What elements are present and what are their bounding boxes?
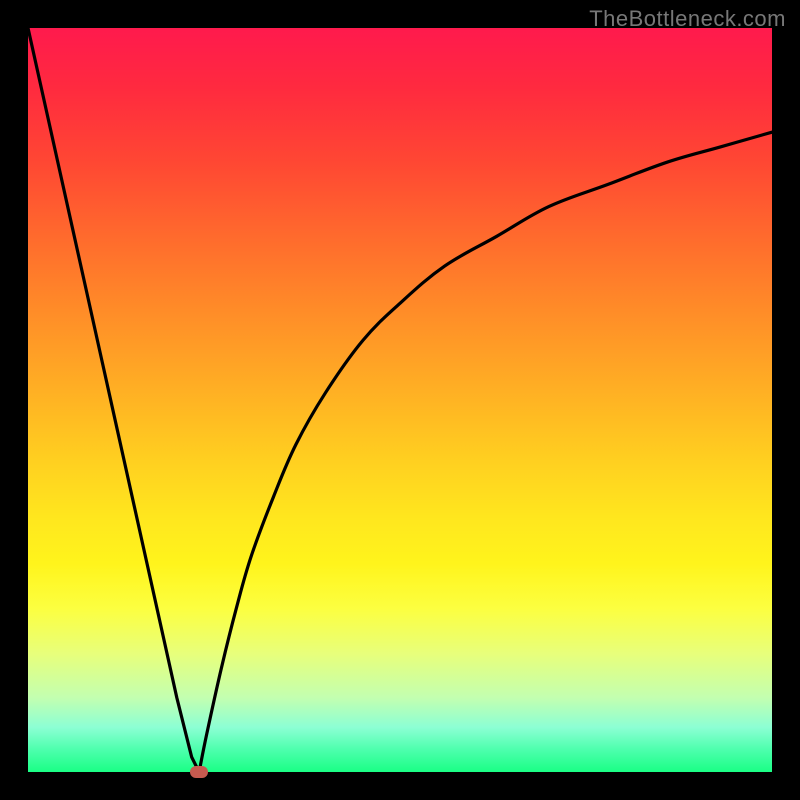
curve-svg — [28, 28, 772, 772]
curve-left-branch — [28, 28, 199, 772]
plot-area — [28, 28, 772, 772]
minimum-marker — [190, 766, 208, 778]
curve-right-branch — [199, 132, 772, 772]
chart-frame: TheBottleneck.com — [0, 0, 800, 800]
